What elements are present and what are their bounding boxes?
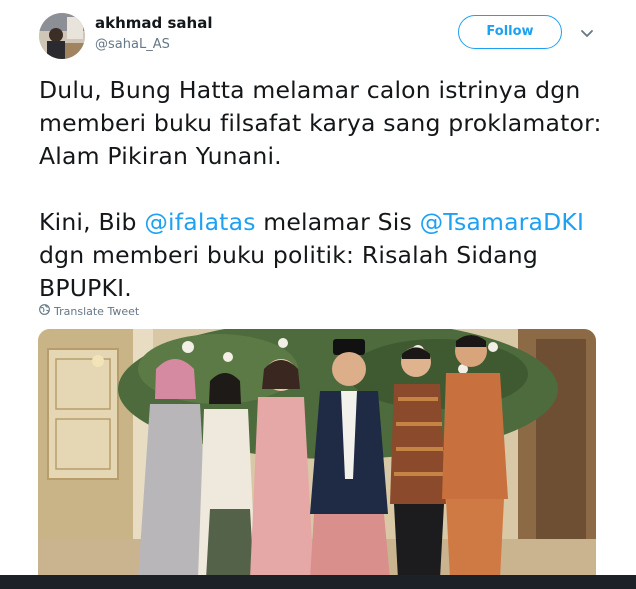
mention-link[interactable]: @ifalatas bbox=[144, 208, 255, 236]
tweet-paragraph: Kini, Bib @ifalatas melamar Sis @Tsamara… bbox=[39, 206, 609, 305]
tweet-text-segment: melamar Sis bbox=[255, 208, 420, 236]
translate-tweet-link[interactable]: Translate Tweet bbox=[39, 304, 139, 318]
chevron-down-icon[interactable] bbox=[579, 25, 595, 41]
tweet-text: Dulu, Bung Hatta melamar calon istrinya … bbox=[39, 74, 609, 305]
translate-tweet-label: Translate Tweet bbox=[54, 304, 140, 318]
globe-icon bbox=[39, 304, 50, 318]
author-display-name[interactable]: akhmad sahal bbox=[95, 14, 212, 32]
tweet-text-segment: Kini, Bib bbox=[39, 208, 145, 236]
author-avatar[interactable] bbox=[39, 13, 85, 59]
tweet-paragraph: Dulu, Bung Hatta melamar calon istrinya … bbox=[39, 76, 602, 170]
mention-link[interactable]: @TsamaraDKI bbox=[420, 208, 585, 236]
bottom-bar bbox=[0, 575, 636, 589]
tweet-text-segment: dgn memberi buku politik: Risalah Sidang… bbox=[39, 241, 538, 302]
follow-button[interactable]: Follow bbox=[458, 15, 562, 49]
author-handle[interactable]: @sahaL_AS bbox=[95, 37, 170, 52]
tweet-photo[interactable] bbox=[38, 329, 596, 579]
